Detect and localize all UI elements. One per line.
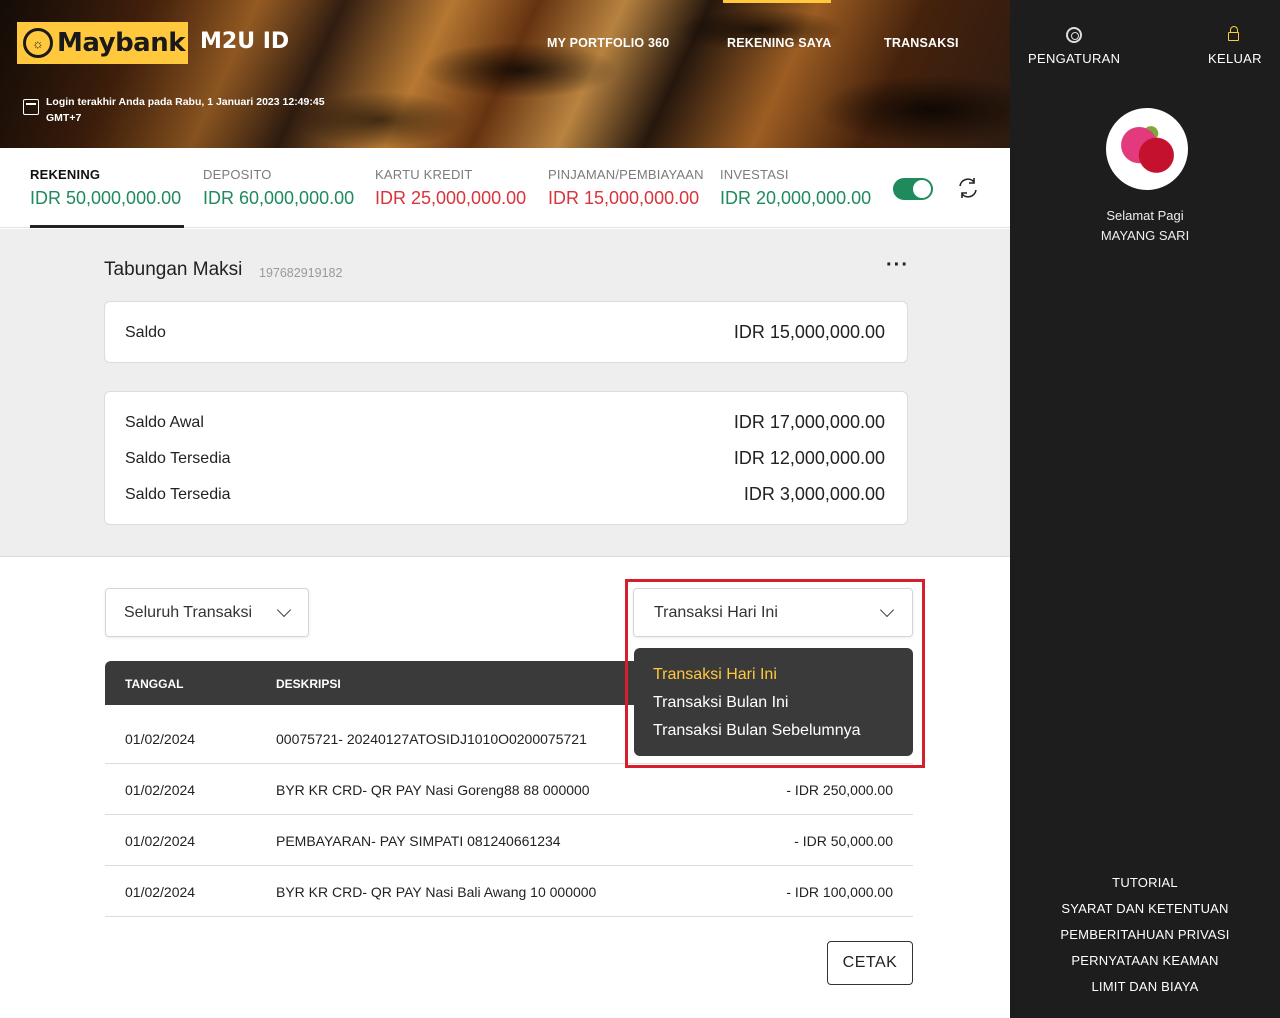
account-type-tabs: REKENING IDR 50,000,000.00 DEPOSITO IDR … [0,148,1010,228]
tab-investasi[interactable]: INVESTASI IDR 20,000,000.00 [720,167,871,209]
detail-row: Saldo Tersedia IDR 3,000,000.00 [125,484,885,505]
detail-row: Saldo Awal IDR 17,000,000.00 [125,412,885,433]
settings-link[interactable]: PENGATURAN [1028,51,1120,66]
show-balance-toggle[interactable] [893,178,933,200]
transaction-type-select[interactable]: Seluruh Transaksi [105,588,309,637]
greeting-text: Selamat Pagi [1106,208,1184,223]
tab-value: IDR 60,000,000.00 [203,188,355,208]
saldo-card: Saldo IDR 15,000,000.00 [104,301,908,363]
nav-active-indicator [723,0,831,3]
row-date: 01/02/2024 [125,782,196,798]
table-row[interactable]: 01/02/2024 BYR KR CRD- QR PAY Nasi Goren… [105,764,913,815]
row-amount: - IDR 250,000.00 [786,782,893,798]
column-header-description: DESKRIPSI [276,677,341,691]
detail-label: Saldo Tersedia [125,486,231,503]
nav-my-portfolio[interactable]: MY PORTFOLIO 360 [547,36,669,50]
row-amount: - IDR 100,000.00 [786,884,893,900]
user-name: MAYANG SARI [1100,228,1190,243]
footer-link-privacy[interactable]: PEMBERITAHUAN PRIVASI [1010,927,1280,942]
chevron-down-icon [276,602,292,618]
row-amount: - IDR 50,000.00 [794,833,893,849]
row-description: 00075721- 20240127ATOSIDJ1010O0200075721 [276,731,587,747]
tab-value: IDR 20,000,000.00 [720,188,872,208]
table-row[interactable]: 01/02/2024 BYR KR CRD- QR PAY Nasi Bali … [105,866,913,917]
maybank-logo[interactable]: ☼ Maybank [17,22,188,64]
footer-link-limits[interactable]: LIMIT DAN BIAYA [1010,979,1280,994]
saldo-label: Saldo [125,324,166,341]
account-name: Tabungan Maksi [104,259,243,280]
tab-label: INVESTASI [720,167,789,182]
row-date: 01/02/2024 [125,731,196,747]
calendar-icon [23,99,39,115]
account-summary-section: Tabungan Maksi 197682919182 ··· Saldo ID… [0,229,1010,557]
tab-pinjaman[interactable]: PINJAMAN/PEMBIAYAAN IDR 15,000,000.00 [548,167,704,209]
lock-icon[interactable] [1228,26,1239,41]
select-value: Seluruh Transaksi [124,604,253,621]
tab-label: KARTU KREDIT [375,167,473,182]
row-description: BYR KR CRD- QR PAY Nasi Goreng88 88 0000… [276,782,590,798]
detail-label: Saldo Awal [125,414,204,431]
tab-label: REKENING [30,167,101,182]
tab-value: IDR 50,000,000.00 [30,188,182,208]
logout-link[interactable]: KELUAR [1208,51,1262,66]
detail-row: Saldo Tersedia IDR 12,000,000.00 [125,448,885,469]
tab-kartu-kredit[interactable]: KARTU KREDIT IDR 25,000,000.00 [375,167,526,209]
last-login-info: Login terakhir Anda pada Rabu, 1 Januari… [46,96,325,124]
row-description: BYR KR CRD- QR PAY Nasi Bali Awang 10 00… [276,884,597,900]
tab-value: IDR 25,000,000.00 [375,188,527,208]
saldo-value: IDR 15,000,000.00 [733,322,885,342]
row-date: 01/02/2024 [125,884,196,900]
nav-transaksi[interactable]: TRANSAKSI [884,36,959,50]
gear-icon[interactable] [1066,27,1082,43]
table-row[interactable]: 01/02/2024 PEMBAYARAN- PAY SIMPATI 08124… [105,815,913,866]
highlight-annotation-box [625,579,925,768]
print-button[interactable]: CETAK [827,941,913,985]
tiger-emblem-icon: ☼ [23,28,53,58]
refresh-icon[interactable] [954,174,982,202]
tab-value: IDR 15,000,000.00 [548,188,700,208]
footer-link-terms[interactable]: SYARAT DAN KETENTUAN [1010,901,1280,916]
sidebar: PENGATURAN KELUAR Selamat Pagi MAYANG SA… [1010,0,1280,1018]
nav-rekening-saya[interactable]: REKENING SAYA [727,36,832,50]
tab-label: PINJAMAN/PEMBIAYAAN [548,167,704,182]
header-banner: ☼ Maybank M2U ID MY PORTFOLIO 360 REKENI… [0,0,1010,148]
active-tab-underline [30,225,184,228]
detail-value: IDR 17,000,000.00 [733,412,885,432]
detail-label: Saldo Tersedia [125,450,231,467]
footer-link-tutorial[interactable]: TUTORIAL [1010,875,1280,890]
tab-label: DEPOSITO [203,167,272,182]
avatar[interactable] [1106,108,1188,190]
row-date: 01/02/2024 [125,833,196,849]
detail-value: IDR 12,000,000.00 [733,448,885,468]
row-description: PEMBAYARAN- PAY SIMPATI 081240661234 [276,833,561,849]
tab-deposito[interactable]: DEPOSITO IDR 60,000,000.00 [203,167,354,209]
logo-text: Maybank [57,28,186,58]
column-header-date: TANGGAL [125,677,184,691]
detail-value: IDR 3,000,000.00 [743,484,885,504]
tab-rekening[interactable]: REKENING IDR 50,000,000.00 [30,167,181,209]
account-number: 197682919182 [259,266,343,280]
footer-link-security[interactable]: PERNYATAAN KEAMAN [1010,953,1280,968]
saldo-details-card: Saldo Awal IDR 17,000,000.00 Saldo Terse… [104,391,908,525]
more-options-icon[interactable]: ··· [886,255,908,277]
app-name: M2U ID [200,29,290,54]
